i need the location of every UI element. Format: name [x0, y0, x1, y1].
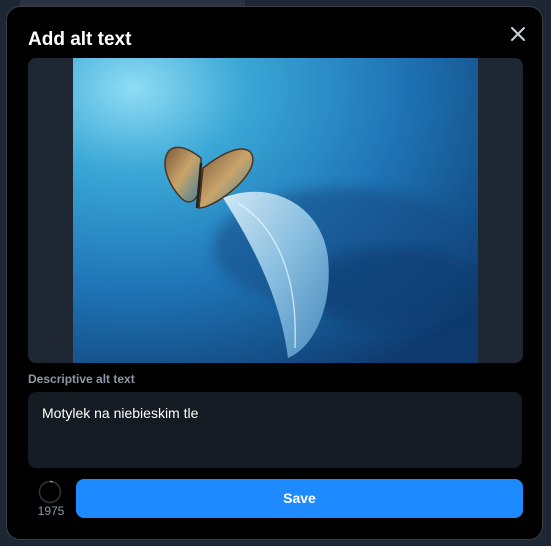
alt-text-label: Descriptive alt text: [28, 372, 135, 386]
character-counter: 1975: [37, 504, 65, 518]
preview-photo: [73, 58, 478, 363]
close-icon: [511, 27, 525, 41]
alt-text-input[interactable]: Motylek na niebieskim tle: [28, 392, 522, 468]
save-button[interactable]: Save: [76, 479, 523, 518]
add-alt-text-dialog: Add alt text Descriptive alt text Motyle…: [6, 6, 543, 540]
dialog-title: Add alt text: [28, 29, 132, 50]
character-count-ring: [38, 480, 62, 504]
close-button[interactable]: [507, 23, 529, 45]
image-preview: [28, 58, 523, 363]
